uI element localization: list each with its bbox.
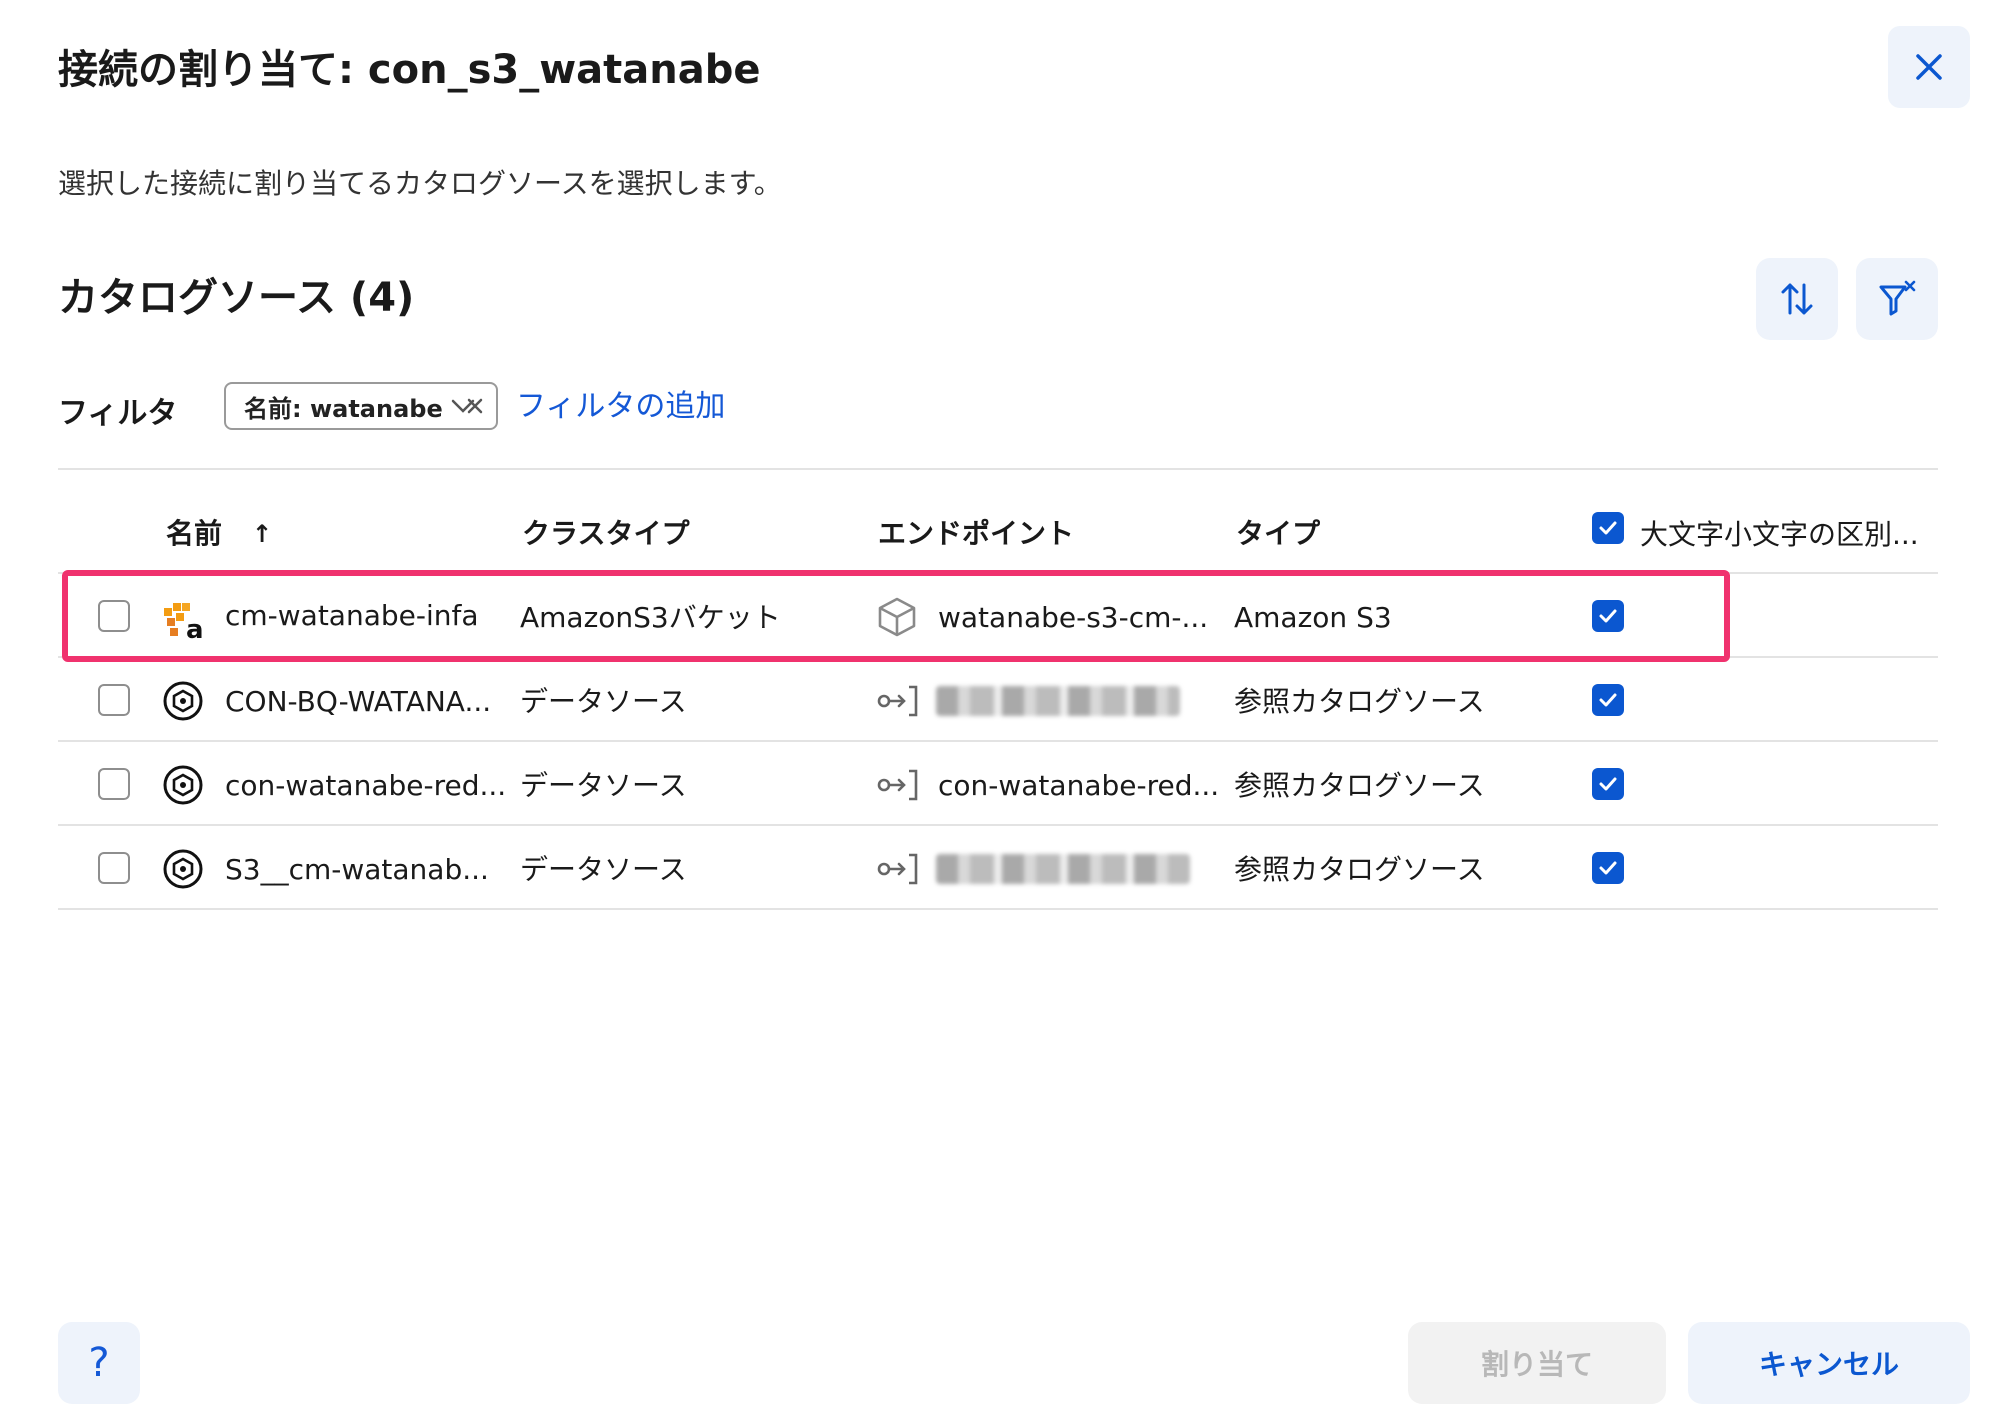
check-icon [1599, 777, 1617, 791]
row-2-class-type: データソース [520, 685, 687, 718]
row-1-select-checkbox[interactable] [98, 600, 130, 632]
row-3-case-sensitive-checkbox[interactable] [1592, 768, 1624, 800]
check-icon [1599, 693, 1617, 707]
close-icon [1916, 54, 1942, 80]
close-button[interactable] [1888, 26, 1970, 108]
column-header-type[interactable]: タイプ [1236, 512, 1320, 556]
row-1-class-type: AmazonS3バケット [520, 601, 781, 634]
row-4-name[interactable]: S3__cm-watanab... [225, 848, 489, 892]
sort-asc-icon[interactable]: ↑ [252, 512, 272, 556]
connection-icon [876, 852, 922, 890]
table-top-divider [58, 468, 1938, 470]
case-sensitive-header-checkbox[interactable] [1592, 512, 1624, 544]
check-icon [1599, 521, 1617, 535]
connection-icon [876, 768, 922, 806]
row-4-endpoint-redacted [936, 854, 1190, 884]
row-3-name[interactable]: con-watanabe-red... [225, 764, 506, 808]
reference-source-icon [162, 764, 204, 810]
row-4-type: 参照カタログソース [1234, 853, 1485, 886]
row-1-endpoint: watanabe-s3-cm-... [938, 601, 1209, 634]
connection-icon [876, 684, 922, 722]
section-title: カタログソース (4) [58, 275, 415, 321]
filter-label: フィルタ [58, 396, 178, 431]
row-3-class-type: データソース [520, 769, 687, 802]
amazon-s3-icon: a [162, 600, 206, 645]
dialog-title: 接続の割り当て: con_s3_watanabe [58, 47, 761, 93]
row-divider [58, 656, 1938, 658]
row-2-case-sensitive-checkbox[interactable] [1592, 684, 1624, 716]
reference-source-icon [162, 848, 204, 894]
row-2-name[interactable]: CON-BQ-WATANA... [225, 680, 491, 724]
check-icon [1599, 861, 1617, 875]
cube-icon [876, 596, 918, 642]
row-4-select-checkbox[interactable] [98, 852, 130, 884]
row-divider [58, 824, 1938, 826]
filter-clear-icon [1879, 280, 1916, 316]
column-header-endpoint[interactable]: エンドポイント [878, 512, 1074, 556]
row-1-type: Amazon S3 [1234, 601, 1392, 634]
clear-filter-button[interactable] [1856, 258, 1938, 340]
table-bottom-divider [58, 908, 1938, 910]
assign-button[interactable]: 割り当て [1408, 1322, 1666, 1404]
row-1-name[interactable]: cm-watanabe-infa [225, 594, 479, 638]
help-button[interactable]: ? [58, 1322, 140, 1404]
column-header-case-sensitive[interactable]: 大文字小文字の区別... [1640, 513, 1919, 557]
row-2-type: 参照カタログソース [1234, 685, 1485, 718]
row-4-case-sensitive-checkbox[interactable] [1592, 852, 1624, 884]
row-2-select-checkbox[interactable] [98, 684, 130, 716]
row-4-class-type: データソース [520, 853, 687, 886]
header-divider [58, 572, 1938, 574]
add-filter-link[interactable]: フィルタの追加 [516, 384, 725, 430]
row-2-endpoint-redacted [936, 686, 1180, 716]
filter-chip[interactable]: 名前: watanabe [224, 382, 498, 430]
row-3-select-checkbox[interactable] [98, 768, 130, 800]
sort-icon [1781, 283, 1813, 315]
row-3-endpoint: con-watanabe-red... [938, 769, 1220, 802]
row-3-type: 参照カタログソース [1234, 769, 1485, 802]
cancel-button[interactable]: キャンセル [1688, 1322, 1970, 1404]
check-icon [1599, 609, 1617, 623]
remove-filter-icon[interactable] [462, 393, 488, 419]
filter-chip-label: 名前: watanabe [244, 394, 443, 423]
row-divider [58, 740, 1938, 742]
row-1-case-sensitive-checkbox[interactable] [1592, 600, 1624, 632]
column-header-name[interactable]: 名前 [166, 512, 222, 556]
reference-source-icon [162, 680, 204, 726]
dialog-description: 選択した接続に割り当てるカタログソースを選択します。 [58, 167, 782, 200]
sort-button[interactable] [1756, 258, 1838, 340]
column-header-class-type[interactable]: クラスタイプ [522, 512, 689, 556]
svg-text:a: a [186, 615, 204, 640]
